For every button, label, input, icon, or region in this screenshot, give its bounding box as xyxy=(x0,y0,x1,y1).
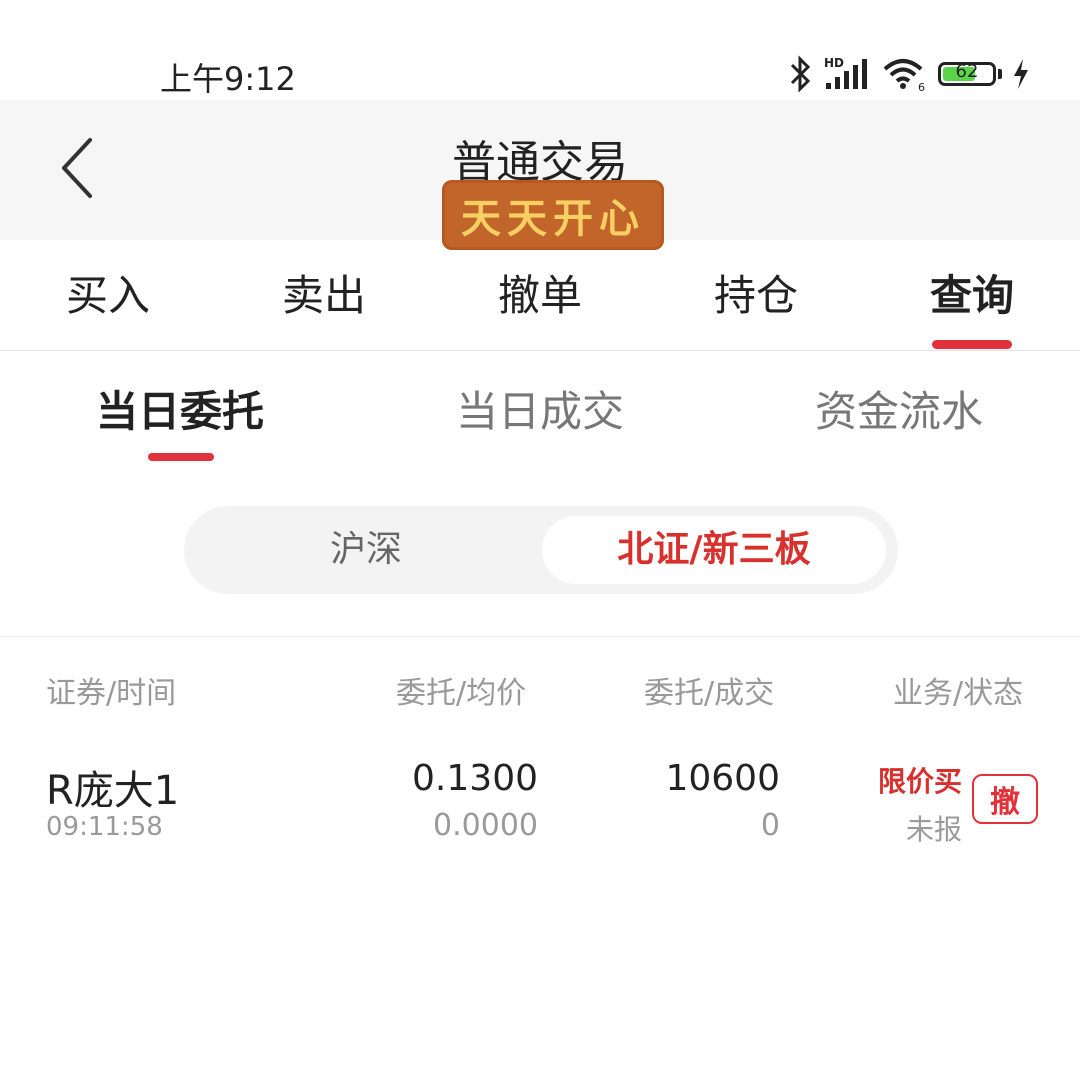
battery-tip xyxy=(998,69,1002,79)
segment-shanghai-shenzhen[interactable]: 沪深 xyxy=(196,516,536,584)
subtab-today-deals[interactable]: 当日成交 xyxy=(456,378,624,439)
segment-beijing-neeq[interactable]: 北证/新三板 xyxy=(542,516,886,584)
wifi-icon: 6 xyxy=(883,59,925,93)
business-type: 限价买 xyxy=(877,765,962,798)
divider xyxy=(0,636,1080,637)
svg-text:HD: HD xyxy=(824,56,844,70)
status-time: 上午9:12 xyxy=(160,60,296,98)
main-tab-bar: 买入 卖出 撤单 持仓 查询 xyxy=(0,262,1080,342)
sub-tab-indicator xyxy=(148,453,214,461)
tab-query[interactable]: 查询 xyxy=(864,262,1080,323)
column-header-order-avg-price: 委托/均价 xyxy=(396,676,527,711)
charging-icon xyxy=(1014,59,1028,89)
tab-buy[interactable]: 买入 xyxy=(0,262,216,323)
market-segment-control: 沪深 北证/新三板 xyxy=(184,506,898,594)
status-icons: HD 6 62 xyxy=(788,52,1030,96)
battery-level: 62 xyxy=(955,61,979,82)
order-price: 0.1300 xyxy=(412,758,538,799)
subtab-today-orders[interactable]: 当日委托 xyxy=(96,378,264,439)
tab-sell[interactable]: 卖出 xyxy=(216,262,432,323)
column-header-business-status: 业务/状态 xyxy=(893,676,1024,711)
divider xyxy=(0,350,1080,351)
filled-quantity: 0 xyxy=(760,808,780,843)
battery-icon: 62 xyxy=(938,61,996,86)
subtab-fund-flow[interactable]: 资金流水 xyxy=(815,378,983,439)
sticker-decoration: 天天开心 xyxy=(442,180,664,250)
order-time: 09:11:58 xyxy=(46,812,163,842)
order-quantity: 10600 xyxy=(665,758,780,799)
column-header-security-time: 证券/时间 xyxy=(46,676,177,711)
column-header-order-filled: 委托/成交 xyxy=(644,676,775,711)
order-status: 未报 xyxy=(905,813,962,846)
hd-signal-icon: HD xyxy=(824,56,867,89)
bluetooth-icon xyxy=(790,55,811,93)
tab-cancel-order[interactable]: 撤单 xyxy=(432,262,648,323)
main-tab-indicator xyxy=(932,340,1012,349)
tab-positions[interactable]: 持仓 xyxy=(648,262,864,323)
svg-text:6: 6 xyxy=(918,81,925,93)
average-price: 0.0000 xyxy=(433,808,538,843)
security-name: R庞大1 xyxy=(46,768,180,814)
cancel-order-button[interactable]: 撤 xyxy=(972,774,1038,824)
